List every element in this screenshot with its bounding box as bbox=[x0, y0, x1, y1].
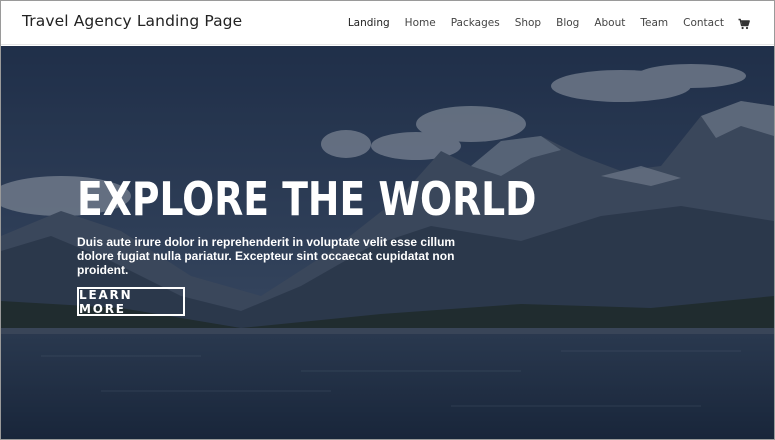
main-nav: Landing Home Packages Shop Blog About Te… bbox=[333, 1, 750, 45]
nav-item-shop[interactable]: Shop bbox=[515, 17, 541, 29]
nav-item-contact[interactable]: Contact bbox=[683, 17, 724, 29]
site-title[interactable]: Travel Agency Landing Page bbox=[22, 12, 242, 30]
hero-section: EXPLORE THE WORLD Duis aute irure dolor … bbox=[1, 46, 774, 439]
hero-description: Duis aute irure dolor in reprehenderit i… bbox=[77, 235, 456, 277]
nav-item-packages[interactable]: Packages bbox=[451, 17, 500, 29]
nav-item-home[interactable]: Home bbox=[405, 17, 436, 29]
nav-item-landing[interactable]: Landing bbox=[348, 17, 390, 29]
hero-title: EXPLORE THE WORLD bbox=[77, 172, 537, 226]
learn-more-button[interactable]: LEARN MORE bbox=[77, 287, 185, 316]
nav-item-blog[interactable]: Blog bbox=[556, 17, 579, 29]
nav-item-about[interactable]: About bbox=[594, 17, 625, 29]
nav-item-team[interactable]: Team bbox=[640, 17, 668, 29]
site-header: Travel Agency Landing Page Landing Home … bbox=[1, 1, 774, 45]
cart-icon[interactable] bbox=[738, 17, 750, 30]
